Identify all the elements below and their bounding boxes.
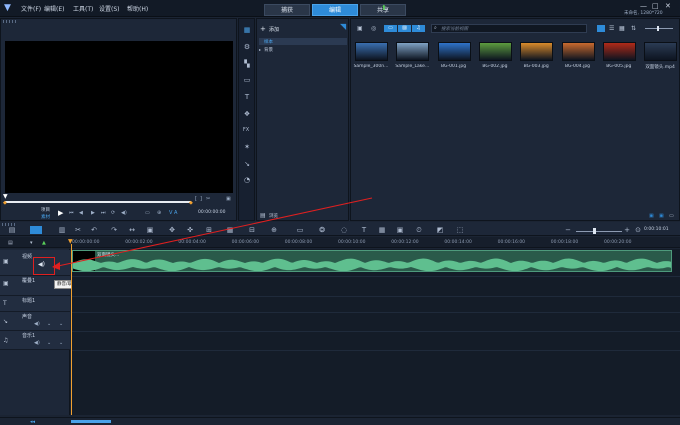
annotation-arrow: [52, 197, 373, 270]
timeline-scrollbar[interactable]: [71, 417, 680, 425]
bottom-bar-left: ◂◂: [0, 417, 71, 425]
scroll-left-icon[interactable]: ◂◂: [30, 419, 35, 425]
scrollbar-thumb[interactable]: [71, 420, 111, 423]
